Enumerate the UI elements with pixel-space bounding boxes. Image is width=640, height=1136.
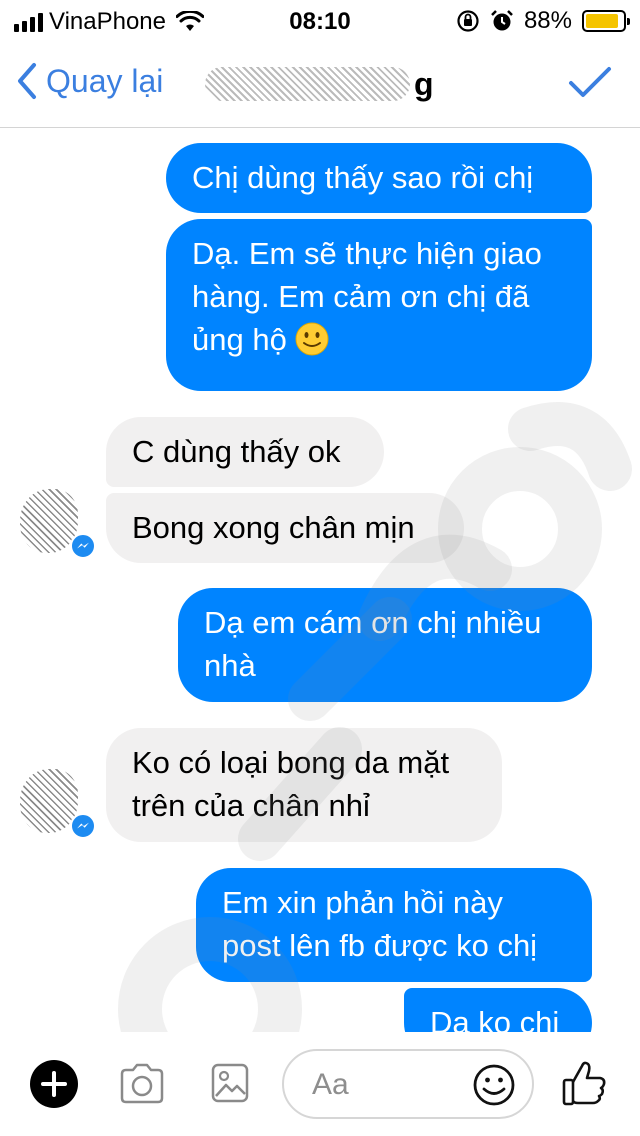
message-text: ủng hộ (192, 322, 287, 357)
composer-bar (0, 1032, 640, 1136)
avatar[interactable] (20, 489, 96, 561)
message-bubble-outgoing[interactable]: Chị dùng thấy sao rồi chị (166, 143, 592, 213)
emoji-icon[interactable] (472, 1063, 516, 1107)
message-text: Em xin phản hồi này (222, 885, 503, 920)
battery-icon (582, 10, 630, 32)
orientation-lock-icon (457, 10, 479, 32)
contact-name-visible: g (414, 65, 434, 102)
avatar[interactable] (20, 769, 96, 841)
message-text: Chị dùng thấy sao rồi chị (192, 160, 534, 195)
chat-thread[interactable]: Chị dùng thấy sao rồi chị Dạ. Em sẽ thực… (0, 129, 640, 1032)
thumbs-up-icon[interactable] (560, 1058, 608, 1108)
messenger-badge-icon (70, 533, 96, 559)
redacted-name (205, 67, 410, 101)
battery-fill (586, 14, 618, 28)
slightly-smiling-face-icon (295, 322, 329, 356)
message-text: Ko có loại bong da mặt (132, 745, 450, 780)
checkmark-icon[interactable] (568, 66, 612, 100)
messenger-badge-icon (70, 813, 96, 839)
message-input[interactable] (312, 1065, 472, 1105)
message-bubble-outgoing[interactable]: Dạ. Em sẽ thực hiện giao hàng. Em cảm ơn… (166, 219, 592, 391)
back-label: Quay lại (46, 62, 164, 99)
message-text: Dạ. Em sẽ thực hiện giao (192, 236, 542, 271)
message-bubble-outgoing[interactable]: Dạ em cám ơn chị nhiều nhà (178, 588, 592, 702)
message-text: hàng. Em cảm ơn chị đã (192, 279, 530, 314)
message-text: C dùng thấy ok (132, 434, 341, 469)
battery-percent: 88% (523, 7, 572, 34)
message-text: post lên fb được ko chị (222, 928, 538, 963)
back-chevron-icon (18, 63, 36, 99)
message-bubble-incoming[interactable]: Bong xong chân mịn (106, 493, 464, 563)
message-bubble-incoming[interactable]: C dùng thấy ok (106, 417, 384, 487)
back-button[interactable]: Quay lại (16, 62, 163, 100)
message-text: trên của chân nhỉ (132, 788, 370, 823)
message-text: Bong xong chân mịn (132, 510, 415, 545)
message-text: Dạ ko chị (430, 1005, 560, 1032)
camera-icon[interactable] (118, 1062, 166, 1106)
message-bubble-incoming[interactable]: Ko có loại bong da mặt trên của chân nhỉ (106, 728, 502, 842)
status-bar: VinaPhone 08:10 88% (0, 0, 640, 40)
image-icon[interactable] (210, 1062, 250, 1104)
message-input-field[interactable] (282, 1049, 534, 1119)
plus-button[interactable] (30, 1060, 78, 1108)
plus-icon (41, 1071, 67, 1097)
nav-bar: Quay lại g (0, 40, 640, 128)
contact-name[interactable]: g (205, 62, 434, 106)
alarm-icon (491, 10, 513, 31)
message-text: nhà (204, 648, 256, 683)
message-bubble-outgoing[interactable]: Dạ ko chị (404, 988, 592, 1032)
message-bubble-outgoing[interactable]: Em xin phản hồi này post lên fb được ko … (196, 868, 592, 982)
status-right: 88% (456, 7, 630, 35)
message-text: Dạ em cám ơn chị nhiều (204, 605, 542, 640)
